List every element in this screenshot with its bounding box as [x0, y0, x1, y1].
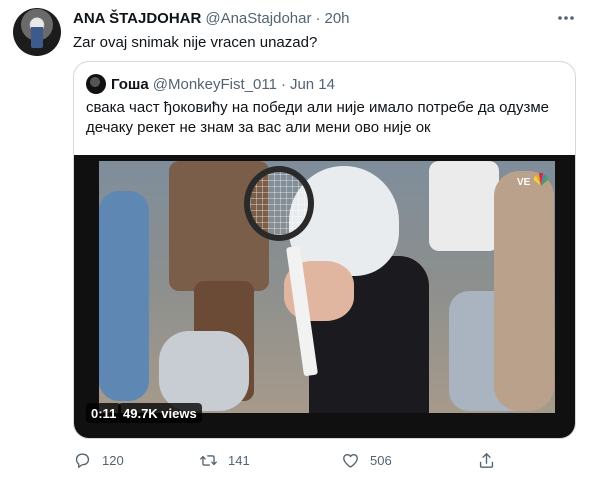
- author-avatar[interactable]: [13, 8, 61, 56]
- network-logo-icon: [533, 173, 549, 186]
- video-frame: VE: [99, 161, 555, 413]
- crowd-figure: [494, 171, 554, 411]
- quoted-author-name: Гоша: [111, 75, 149, 93]
- broadcast-label: VE: [517, 177, 531, 188]
- separator-dot: ·: [280, 75, 286, 93]
- tweet-header: ANA ŠTAJDOHAR @AnaStajdohar · 20h: [73, 8, 350, 28]
- retweet-icon: [200, 454, 217, 466]
- crowd-figure: [429, 161, 499, 251]
- quoted-tweet[interactable]: Гоша @MonkeyFist_011 · Jun 14 свака част…: [73, 61, 576, 439]
- video-views-badge: 49.7K views: [118, 403, 202, 423]
- tweet-text: Zar ovaj snimak nije vracen unazad?: [73, 34, 318, 51]
- tweet[interactable]: ANA ŠTAJDOHAR @AnaStajdohar · 20h Zar ov…: [0, 0, 592, 478]
- video-player[interactable]: VE 0:11 49.7K views: [74, 155, 575, 438]
- author-handle[interactable]: @AnaStajdohar: [205, 10, 311, 27]
- video-duration-badge: 0:11: [86, 403, 122, 423]
- tweet-timestamp[interactable]: 20h: [324, 10, 349, 27]
- reply-count: 120: [102, 452, 124, 468]
- retweet-count: 141: [228, 452, 250, 468]
- share-icon: [479, 452, 494, 468]
- crowd-figure: [159, 331, 249, 411]
- quoted-author-avatar: [86, 74, 106, 94]
- retweet-button[interactable]: 141: [199, 448, 250, 472]
- reply-button[interactable]: 120: [73, 448, 124, 472]
- heart-icon: [343, 453, 358, 468]
- more-options-button[interactable]: [556, 10, 576, 26]
- more-options-icon: [558, 16, 574, 20]
- quoted-tweet-header: Гоша @MonkeyFist_011 · Jun 14: [86, 74, 335, 94]
- author-name[interactable]: ANA ŠTAJDOHAR: [73, 10, 201, 27]
- separator-dot: ·: [315, 9, 321, 27]
- quoted-author-handle: @MonkeyFist_011: [152, 75, 277, 93]
- share-button[interactable]: [477, 448, 496, 472]
- quoted-tweet-text: свака част ђоковићу на победи али није и…: [86, 99, 549, 136]
- tennis-racket: [244, 166, 314, 241]
- tweet-actions: 120 141 506: [73, 448, 513, 472]
- like-count: 506: [370, 452, 392, 468]
- crowd-figure: [99, 191, 149, 401]
- like-button[interactable]: 506: [341, 448, 392, 472]
- reply-icon: [75, 452, 90, 468]
- quoted-tweet-timestamp: Jun 14: [289, 75, 335, 93]
